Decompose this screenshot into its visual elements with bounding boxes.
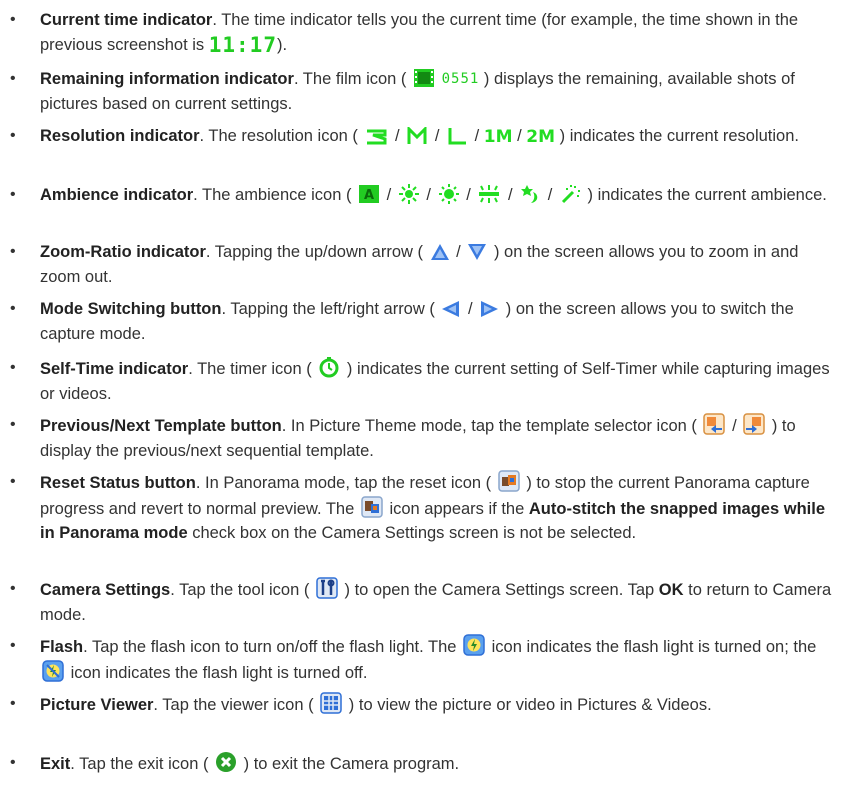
item-title: Ambience indicator: [40, 186, 194, 204]
list-item-remaining-info: • Remaining information indicator. The f…: [10, 67, 840, 116]
item-title: Picture Viewer: [40, 696, 154, 714]
list-item-zoom-ratio: • Zoom-Ratio indicator. Tapping the up/d…: [10, 240, 840, 289]
bullet: •: [10, 186, 16, 203]
film-icon: [413, 68, 435, 88]
bullet: •: [10, 637, 16, 654]
night-icon: [519, 184, 541, 204]
resolution-small-icon: [364, 127, 388, 145]
list-item-mode-switching: • Mode Switching button. Tapping the lef…: [10, 297, 840, 346]
remaining-shots-value: 0551: [441, 71, 480, 87]
flash-off-icon: [42, 659, 64, 682]
list-item-ambience: • Ambience indicator. The ambience icon …: [10, 183, 840, 208]
viewer-icon: [320, 692, 342, 714]
bullet: •: [10, 416, 16, 433]
next-template-icon: [743, 413, 765, 435]
tool-icon: [316, 577, 338, 599]
zoom-down-arrow-icon: [467, 243, 487, 261]
item-title: Exit: [40, 755, 71, 773]
reset-alt-icon: [361, 495, 383, 518]
item-title: Zoom-Ratio indicator: [40, 243, 206, 261]
item-title: Previous/Next Template button: [40, 417, 282, 435]
bullet: •: [10, 243, 16, 260]
previous-template-icon: [703, 413, 726, 435]
ok-label: OK: [658, 581, 684, 599]
reset-icon: [498, 470, 520, 492]
resolution-large-icon: [446, 127, 468, 145]
list-item-resolution: • Resolution indicator. The resolution i…: [10, 124, 840, 150]
list-item-exit: • Exit. Tap the exit icon ( ) to exit th…: [10, 751, 840, 777]
sunny-icon: [398, 184, 420, 204]
resolution-1m-label: 1M: [483, 127, 513, 147]
list-item-picture-viewer: • Picture Viewer. Tap the viewer icon ( …: [10, 692, 840, 718]
ambience-auto-letter: A: [364, 188, 374, 203]
bullet: •: [10, 300, 16, 317]
bullet: •: [10, 695, 16, 712]
list-item-template: • Previous/Next Template button. In Pict…: [10, 413, 840, 463]
item-title: Flash: [40, 638, 84, 656]
fluorescent-icon: [477, 184, 501, 204]
bullet: •: [10, 754, 16, 771]
timer-icon: [318, 356, 340, 378]
time-value: 11:17: [208, 32, 277, 57]
flash-on-icon: [463, 634, 485, 656]
bullet: •: [10, 127, 16, 144]
list-item-self-time: • Self-Time indicator. The timer icon ( …: [10, 356, 840, 406]
item-title: Camera Settings: [40, 581, 171, 599]
list-item-reset-status: • Reset Status button. In Panorama mode,…: [10, 470, 840, 546]
list-item-camera-settings: • Camera Settings. Tap the tool icon ( )…: [10, 577, 840, 627]
bullet: •: [10, 473, 16, 490]
item-title: Mode Switching button: [40, 300, 222, 318]
bullet: •: [10, 580, 16, 597]
item-title: Reset Status button: [40, 474, 196, 492]
resolution-2m-label: 2M: [526, 127, 556, 147]
item-title: Current time indicator: [40, 11, 213, 29]
ambience-auto-icon: A: [358, 184, 380, 204]
list-item-flash: • Flash. Tap the flash icon to turn on/o…: [10, 634, 840, 685]
magic-icon: [559, 184, 581, 204]
item-title: Resolution indicator: [40, 127, 200, 145]
bullet: •: [10, 359, 16, 376]
left-arrow-icon: [441, 300, 461, 318]
bullet: •: [10, 11, 16, 28]
item-title: Remaining information indicator: [40, 70, 294, 88]
resolution-medium-icon: [406, 127, 428, 145]
right-arrow-icon: [479, 300, 499, 318]
cloudy-icon: [438, 184, 460, 204]
list-item-current-time: • Current time indicator. The time indic…: [10, 8, 840, 57]
exit-icon: [215, 751, 237, 773]
item-title: Self-Time indicator: [40, 360, 189, 378]
zoom-up-arrow-icon: [430, 243, 450, 261]
bullet: •: [10, 70, 16, 87]
